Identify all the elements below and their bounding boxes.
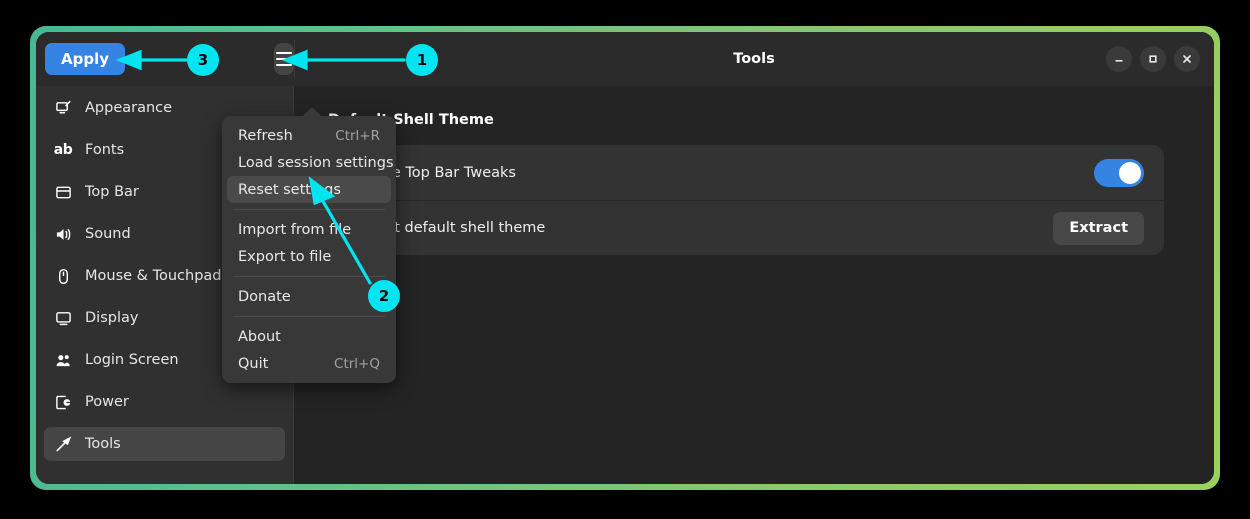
hamburger-bar-3 (276, 64, 292, 66)
main-menu-popover: Refresh Ctrl+R Load session settings Res… (222, 116, 396, 383)
screenshot-root: Apply Tools Appearance ab Fonts Top Bar … (0, 0, 1250, 519)
menu-item-refresh[interactable]: Refresh Ctrl+R (227, 122, 391, 149)
mouse-icon (54, 267, 72, 285)
sidebar-item-label: Display (85, 310, 139, 326)
appearance-icon (54, 99, 72, 117)
menu-item-reset-settings[interactable]: Reset settings (227, 176, 391, 203)
menu-item-accel: Ctrl+R (335, 127, 380, 144)
menu-item-accel: Ctrl+Q (334, 355, 380, 372)
menu-item-label: Export to file (238, 248, 332, 265)
menu-separator-2 (233, 276, 385, 277)
menu-item-load-session-settings[interactable]: Load session settings (227, 149, 394, 176)
hamburger-bar-1 (276, 52, 292, 54)
login-screen-icon (54, 351, 72, 369)
menu-item-label: Load session settings (238, 154, 394, 171)
menu-item-about[interactable]: About (227, 323, 391, 350)
preferences-card: Include Top Bar Tweaks Extract default s… (328, 145, 1164, 255)
pref-row-include-top-bar-tweaks: Include Top Bar Tweaks (328, 145, 1164, 200)
display-icon (54, 309, 72, 327)
menu-item-label: Donate (238, 288, 291, 305)
maximize-icon[interactable] (1140, 46, 1166, 72)
sidebar-item-label: Login Screen (85, 352, 179, 368)
menu-item-label: About (238, 328, 281, 345)
pref-row-extract-default-shell-theme: Extract default shell theme Extract (328, 200, 1164, 255)
apply-button[interactable]: Apply (45, 43, 126, 75)
annotation-badge-2: 2 (368, 280, 400, 312)
top-bar-icon (54, 183, 72, 201)
main-content: Default Shell Theme Include Top Bar Twea… (294, 86, 1214, 484)
tools-hammer-icon (54, 435, 72, 453)
annotation-badge-3: 3 (187, 44, 219, 76)
menu-separator-1 (233, 209, 385, 210)
fonts-ab-icon: ab (53, 142, 73, 158)
menu-separator-3 (233, 316, 385, 317)
window-controls (1106, 32, 1200, 86)
hamburger-menu-button[interactable] (274, 43, 294, 75)
sidebar-item-power[interactable]: Power (44, 385, 285, 419)
application-window: Apply Tools Appearance ab Fonts Top Bar … (36, 32, 1214, 484)
menu-item-label: Reset settings (238, 181, 341, 198)
sidebar-item-label: Mouse & Touchpad (85, 268, 222, 284)
header-divider (294, 40, 295, 78)
menu-item-label: Quit (238, 355, 269, 372)
power-icon (54, 393, 72, 411)
toggle-knob (1119, 161, 1141, 184)
sidebar-item-label: Sound (85, 226, 131, 242)
menu-item-export-to-file[interactable]: Export to file (227, 243, 391, 270)
header-left-section: Apply (36, 32, 294, 86)
menu-item-label: Refresh (238, 127, 293, 144)
hamburger-bar-2 (276, 58, 292, 60)
sidebar-item-label: Appearance (85, 100, 173, 116)
sidebar-item-tools[interactable]: Tools (44, 427, 285, 461)
sidebar-item-label: Fonts (85, 142, 125, 158)
sidebar-item-label: Tools (85, 436, 121, 452)
annotation-badge-1: 1 (406, 44, 438, 76)
include-top-bar-tweaks-toggle[interactable] (1094, 158, 1144, 187)
menu-item-import-from-file[interactable]: Import from file (227, 216, 391, 243)
window-body: Appearance ab Fonts Top Bar Sound Mouse … (36, 86, 1214, 484)
section-title: Default Shell Theme (328, 112, 494, 128)
sidebar-item-label: Power (85, 394, 129, 410)
menu-item-label: Import from file (238, 221, 352, 238)
close-icon[interactable] (1174, 46, 1200, 72)
sidebar-item-label: Top Bar (85, 184, 139, 200)
extract-button[interactable]: Extract (1053, 211, 1144, 245)
popover-arrow (302, 107, 322, 117)
menu-item-donate[interactable]: Donate (227, 283, 391, 310)
menu-item-quit[interactable]: Quit Ctrl+Q (227, 350, 391, 377)
minimize-icon[interactable] (1106, 46, 1132, 72)
sound-icon (54, 225, 72, 243)
